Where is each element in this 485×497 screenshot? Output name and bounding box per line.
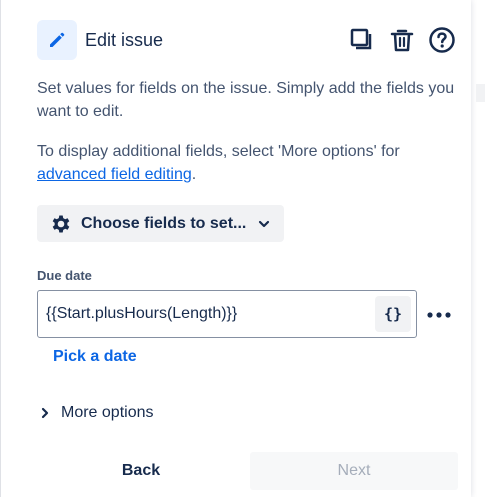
header-actions (347, 25, 457, 55)
scrollbar-thumb[interactable] (476, 84, 485, 102)
more-options-label: More options (61, 404, 154, 421)
additional-fields-suffix: . (191, 166, 197, 183)
back-button[interactable]: Back (37, 452, 245, 490)
pick-date-link[interactable]: Pick a date (53, 348, 137, 366)
smart-value-button[interactable]: {} (375, 296, 411, 332)
chevron-right-icon (41, 407, 49, 419)
edit-issue-panel: Edit issue Set values for fields on the … (0, 0, 471, 497)
chevron-down-icon (259, 220, 270, 227)
due-date-value[interactable]: {{Start.plusHours(Length)}} (46, 305, 375, 323)
choose-fields-button[interactable]: Choose fields to set... (37, 205, 284, 242)
more-actions-button[interactable] (423, 302, 455, 328)
due-date-field[interactable]: {{Start.plusHours(Length)}} {} (37, 290, 417, 338)
help-icon[interactable] (427, 25, 457, 55)
due-date-label: Due date (37, 268, 92, 283)
advanced-field-editing-link[interactable]: advanced field editing (37, 166, 192, 183)
additional-fields-text: To display additional fields, select 'Mo… (37, 140, 457, 186)
ellipsis-icon (427, 312, 451, 318)
trash-icon[interactable] (387, 25, 417, 55)
choose-fields-label: Choose fields to set... (81, 214, 247, 232)
additional-fields-prefix: To display additional fields, select 'Mo… (37, 143, 400, 160)
panel-header: Edit issue (37, 20, 457, 60)
gear-icon (52, 215, 70, 232)
page-title: Edit issue (85, 30, 164, 50)
pencil-icon (37, 20, 77, 60)
copy-icon[interactable] (347, 25, 377, 55)
description-text: Set values for fields on the issue. Simp… (37, 80, 455, 120)
more-options-toggle[interactable]: More options (37, 404, 154, 422)
next-button[interactable]: Next (250, 452, 458, 490)
